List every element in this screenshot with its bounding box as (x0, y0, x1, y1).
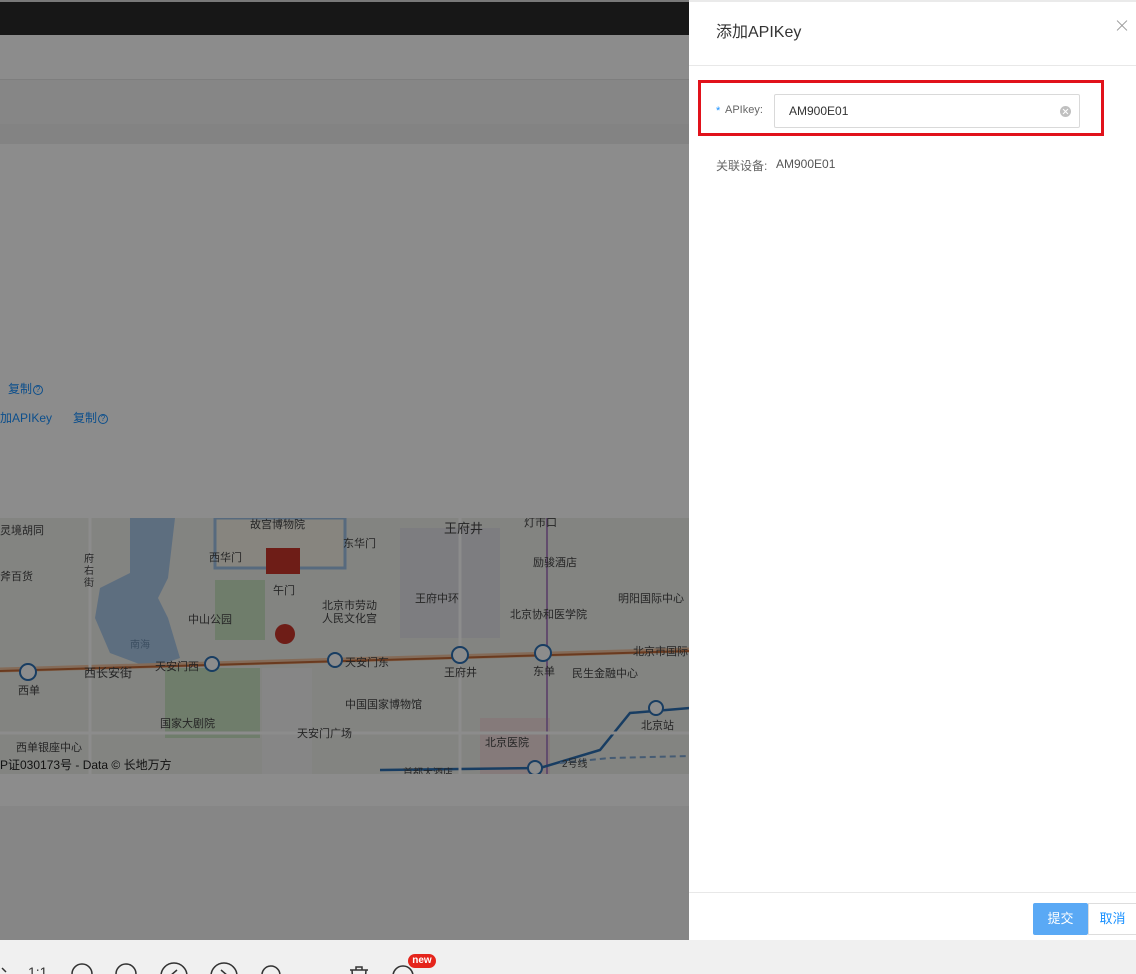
viewer-toolbar: 1:1 new (0, 940, 1136, 974)
page: 复制? 加APIKey 复制? 灵境胡同 故宫博物院 王府井 灯市口 东华门 西… (0, 0, 1136, 974)
drawer-title: 添加APIKey (716, 24, 802, 41)
drawer-footer: 提交 取消 (689, 892, 1136, 942)
apikey-input[interactable] (776, 96, 1046, 126)
more-icon (392, 965, 414, 974)
submit-button[interactable]: 提交 (1033, 903, 1088, 935)
clear-icon[interactable] (1060, 106, 1071, 117)
drawer-header: 添加APIKey (689, 2, 1136, 66)
add-apikey-drawer: 添加APIKey * APIkey: 关联设备: AM900E01 提交 取消 (689, 0, 1136, 942)
zoom-out-icon (115, 963, 137, 974)
associated-device-value: AM900E01 (776, 157, 836, 171)
apikey-field[interactable] (774, 94, 1080, 128)
associated-device-label: 关联设备: (716, 159, 768, 173)
cancel-button[interactable]: 取消 (1088, 903, 1136, 935)
apikey-label: APIkey: (725, 104, 763, 116)
toolbar-icons (1, 962, 414, 974)
ratio-button[interactable]: 1:1 (28, 964, 47, 974)
zoom-in-icon (71, 963, 93, 974)
required-mark: * (716, 105, 721, 117)
new-badge: new (408, 954, 436, 968)
delete-icon (350, 966, 368, 974)
rotate-left-icon (261, 965, 281, 974)
close-icon[interactable] (1112, 16, 1132, 36)
pencil-icon (1, 967, 7, 973)
